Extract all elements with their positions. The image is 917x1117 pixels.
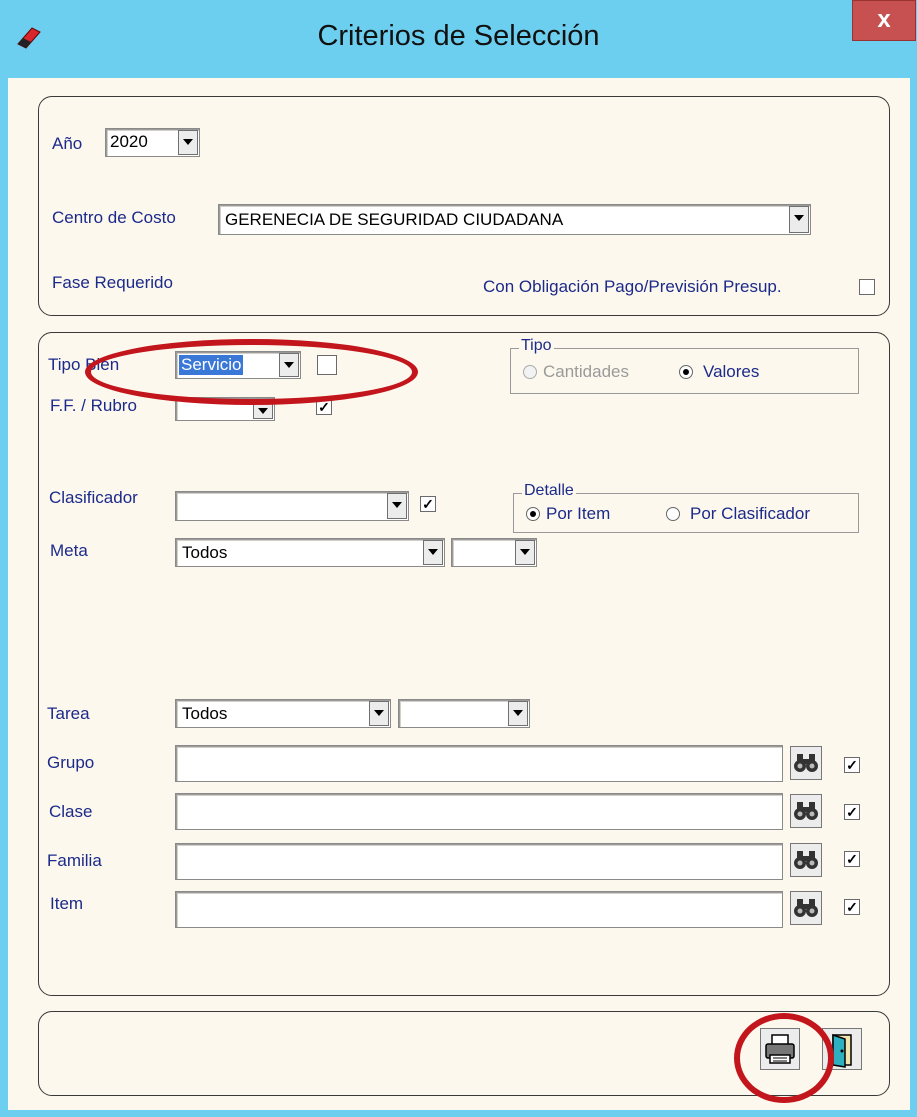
- grupo-input[interactable]: [175, 745, 783, 782]
- familia-checkbox[interactable]: ✓: [844, 851, 860, 867]
- detalle-group-title: Detalle: [522, 482, 576, 500]
- valores-radio[interactable]: [679, 365, 693, 379]
- clase-input[interactable]: [175, 793, 783, 830]
- valores-label: Valores: [703, 362, 760, 381]
- chevron-down-icon[interactable]: [178, 130, 198, 155]
- familia-search-button[interactable]: [790, 843, 822, 877]
- binoculars-icon: [794, 754, 818, 772]
- meta-value: Todos: [182, 543, 228, 562]
- centro-costo-select[interactable]: GERENECIA DE SEGURIDAD CIUDADANA: [218, 204, 811, 235]
- por-item-radio[interactable]: [526, 507, 540, 521]
- annotation-ring-tipo-bien: [85, 339, 418, 405]
- binoculars-icon: [794, 851, 818, 869]
- close-button[interactable]: x: [852, 0, 916, 41]
- grupo-search-button[interactable]: [790, 746, 822, 780]
- binoculars-icon: [794, 899, 818, 917]
- item-input[interactable]: [175, 891, 783, 928]
- cantidades-radio[interactable]: [523, 365, 537, 379]
- clasificador-label: Clasificador: [49, 488, 138, 507]
- fase-requerido-label: Fase Requerido: [52, 273, 173, 292]
- familia-input[interactable]: [175, 843, 783, 880]
- familia-label: Familia: [47, 851, 102, 870]
- window-title: Criterios de Selección: [317, 20, 600, 52]
- title-bar[interactable]: Criterios de Selección x: [0, 0, 917, 78]
- binoculars-icon: [794, 802, 818, 820]
- por-clasificador-radio[interactable]: [666, 507, 680, 521]
- item-checkbox[interactable]: ✓: [844, 899, 860, 915]
- clase-label: Clase: [49, 802, 93, 821]
- dialog-body: Año 2020 Centro de Costo GERENECIA DE SE…: [8, 78, 910, 1110]
- detalle-group: Detalle Por Item Por Clasificador: [513, 482, 859, 533]
- detail-criteria-panel: Tipo Bien Servicio F.F. / Rubro ✓ Tipo C…: [38, 332, 890, 996]
- chevron-down-icon[interactable]: [369, 701, 389, 726]
- ff-rubro-label: F.F. / Rubro: [50, 396, 137, 415]
- clasificador-checkbox[interactable]: ✓: [420, 496, 436, 512]
- meta-secondary-select[interactable]: [451, 538, 537, 567]
- item-search-button[interactable]: [790, 891, 822, 925]
- anio-select[interactable]: 2020: [105, 128, 200, 157]
- grupo-checkbox[interactable]: ✓: [844, 757, 860, 773]
- tarea-label: Tarea: [47, 704, 90, 723]
- clase-search-button[interactable]: [790, 794, 822, 828]
- dialog-window: Criterios de Selección x Año 2020 Centro…: [0, 0, 917, 1117]
- item-label: Item: [50, 894, 84, 913]
- chevron-down-icon[interactable]: [423, 540, 443, 565]
- obligacion-label: Con Obligación Pago/Previsión Presup.: [483, 277, 782, 296]
- obligacion-checkbox[interactable]: [859, 279, 875, 295]
- por-clasificador-label: Por Clasificador: [690, 504, 810, 523]
- general-criteria-panel: Año 2020 Centro de Costo GERENECIA DE SE…: [38, 96, 890, 316]
- chevron-down-icon[interactable]: [387, 493, 407, 519]
- tipo-group: Tipo Cantidades Valores: [510, 337, 859, 394]
- tarea-select[interactable]: Todos: [175, 699, 391, 728]
- anio-value: 2020: [110, 132, 148, 151]
- centro-costo-label: Centro de Costo: [52, 208, 176, 227]
- grupo-label: Grupo: [47, 753, 95, 772]
- anio-label: Año: [52, 134, 83, 153]
- centro-costo-value: GERENECIA DE SEGURIDAD CIUDADANA: [225, 210, 564, 229]
- por-item-label: Por Item: [546, 504, 611, 523]
- meta-label: Meta: [50, 541, 88, 560]
- tarea-secondary-select[interactable]: [398, 699, 530, 728]
- annotation-ring-print: [734, 1013, 834, 1103]
- chevron-down-icon[interactable]: [789, 206, 809, 233]
- chevron-down-icon[interactable]: [515, 540, 535, 565]
- clase-checkbox[interactable]: ✓: [844, 804, 860, 820]
- meta-select[interactable]: Todos: [175, 538, 445, 567]
- tipo-group-title: Tipo: [519, 337, 554, 355]
- tarea-value: Todos: [182, 704, 228, 723]
- chevron-down-icon[interactable]: [508, 701, 528, 726]
- clasificador-select[interactable]: [175, 491, 409, 521]
- cantidades-label: Cantidades: [543, 362, 630, 381]
